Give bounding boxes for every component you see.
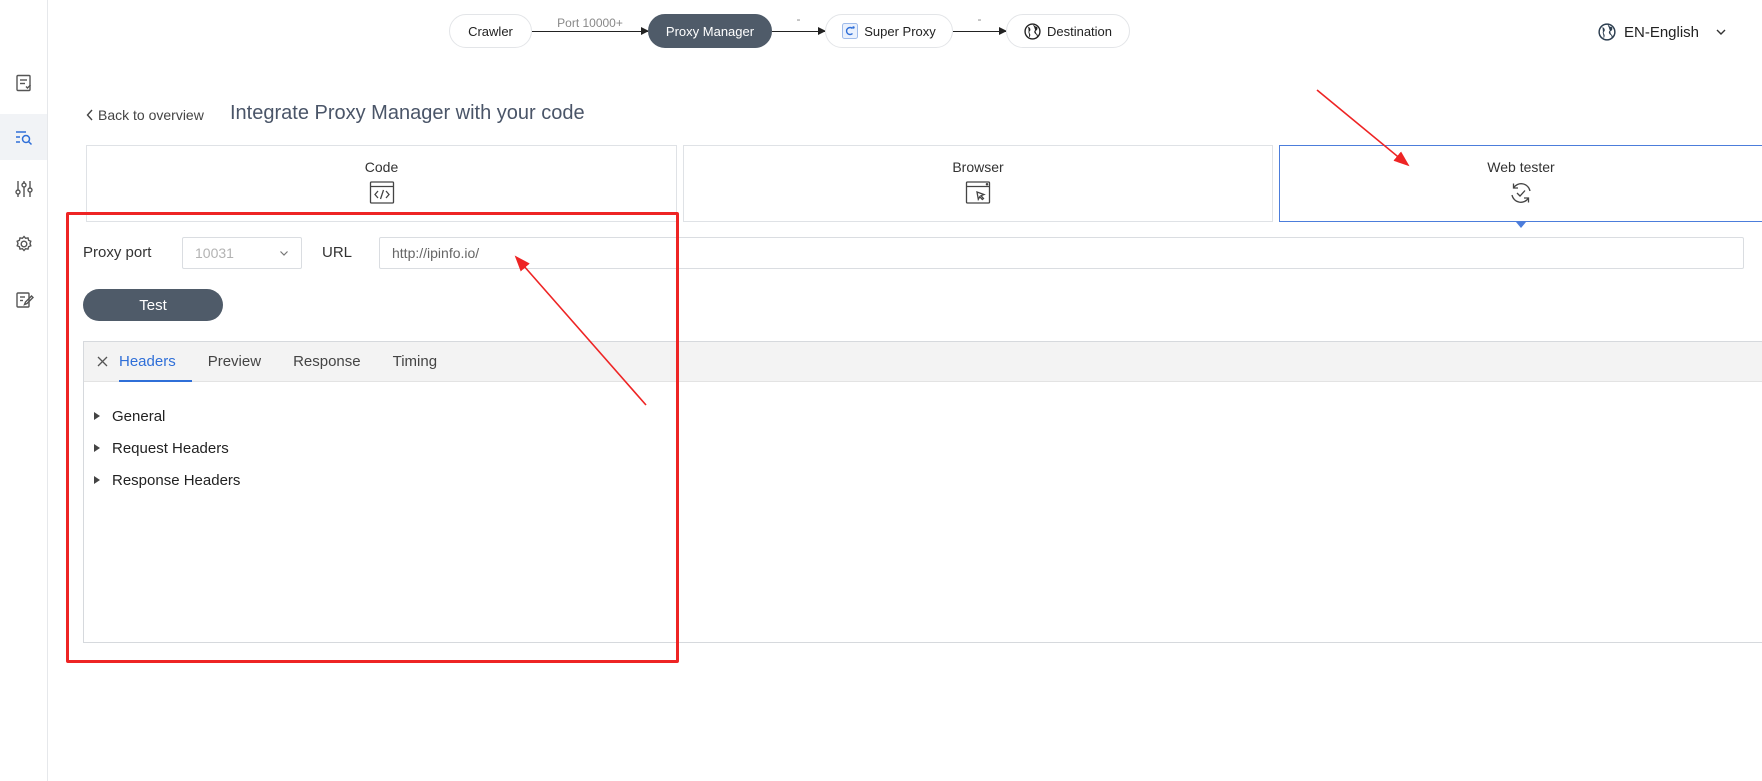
back-label: Back to overview <box>98 107 204 123</box>
flow-node-label: Destination <box>1046 23 1113 39</box>
tab-card-browser[interactable]: Browser <box>683 145 1273 222</box>
super-proxy-icon <box>842 23 859 39</box>
flow-node-destination: Destination <box>1006 14 1130 48</box>
edit-document-icon <box>15 292 34 308</box>
gear-icon <box>15 235 32 252</box>
flow-link-label: - <box>977 12 982 26</box>
sidebar-item-integrate[interactable] <box>0 114 47 160</box>
card-label: Code <box>364 159 399 175</box>
tree-section-general[interactable]: General <box>84 400 1762 432</box>
url-label: URL <box>322 244 353 261</box>
proxy-flow-diagram: Crawler Port 10000+ Proxy Manager - Supe… <box>449 12 1131 50</box>
flow-node-crawler: Crawler <box>449 14 532 48</box>
headers-tree: General Request Headers Response Headers <box>84 382 1762 496</box>
sidebar-item-edit[interactable] <box>0 277 47 323</box>
caret-right-icon <box>94 412 100 420</box>
inspector-tab-bar: Headers Preview Response Timing <box>84 342 1762 382</box>
section-label: Request Headers <box>112 439 229 457</box>
flow-node-label: Super Proxy <box>864 23 936 39</box>
card-label: Web tester <box>1487 159 1555 175</box>
language-selector[interactable]: EN-English <box>1598 20 1727 44</box>
tab-card-code[interactable]: Code <box>86 145 677 222</box>
card-label: Browser <box>952 159 1004 175</box>
browser-cursor-icon <box>965 181 991 204</box>
url-input[interactable] <box>379 237 1744 269</box>
response-inspector-panel: Headers Preview Response Timing General … <box>83 341 1762 643</box>
chevron-down-icon <box>1716 29 1726 35</box>
chevron-left-icon <box>86 109 93 121</box>
flow-link-label: - <box>796 12 801 26</box>
flow-arrow <box>532 27 649 35</box>
sliders-icon <box>14 181 33 197</box>
sidebar <box>0 0 48 781</box>
caret-right-icon <box>94 476 100 484</box>
tree-section-response-headers[interactable]: Response Headers <box>84 464 1762 496</box>
flow-link-label: Port 10000+ <box>557 16 623 30</box>
flow-arrow <box>953 27 1007 35</box>
proxy-port-value: 10031 <box>195 245 234 261</box>
caret-right-icon <box>94 444 100 452</box>
tab-response[interactable]: Response <box>277 342 377 382</box>
tab-card-web-tester[interactable]: Web tester <box>1279 145 1762 228</box>
code-window-icon <box>369 181 394 204</box>
sidebar-item-settings-sliders[interactable] <box>0 166 47 212</box>
globe-icon <box>1598 23 1616 41</box>
flow-node-proxy-manager: Proxy Manager <box>648 14 772 48</box>
document-list-icon <box>15 74 31 92</box>
language-label: EN-English <box>1624 23 1700 41</box>
flow-arrow <box>772 27 826 35</box>
test-button[interactable]: Test <box>83 289 223 321</box>
globe-icon <box>1024 22 1041 40</box>
tab-timing[interactable]: Timing <box>377 342 453 382</box>
proxy-port-label: Proxy port <box>83 244 152 261</box>
proxy-port-select[interactable]: 10031 <box>182 237 302 269</box>
sidebar-item-documents[interactable] <box>0 60 47 106</box>
refresh-check-icon <box>1511 183 1531 203</box>
page-title: Integrate Proxy Manager with your code <box>230 102 585 124</box>
tab-headers[interactable]: Headers <box>119 342 192 382</box>
close-icon[interactable] <box>94 354 110 370</box>
section-label: General <box>112 407 166 425</box>
sidebar-item-settings[interactable] <box>0 221 47 267</box>
back-to-overview-link[interactable]: Back to overview <box>86 107 204 123</box>
tab-preview[interactable]: Preview <box>192 342 277 382</box>
section-label: Response Headers <box>112 471 241 489</box>
search-list-icon <box>15 131 32 146</box>
flow-node-super-proxy: Super Proxy <box>825 14 953 48</box>
tree-section-request-headers[interactable]: Request Headers <box>84 432 1762 464</box>
chevron-down-icon <box>280 251 288 256</box>
flow-node-label: Proxy Manager <box>665 23 755 39</box>
flow-node-label: Crawler <box>468 23 513 39</box>
